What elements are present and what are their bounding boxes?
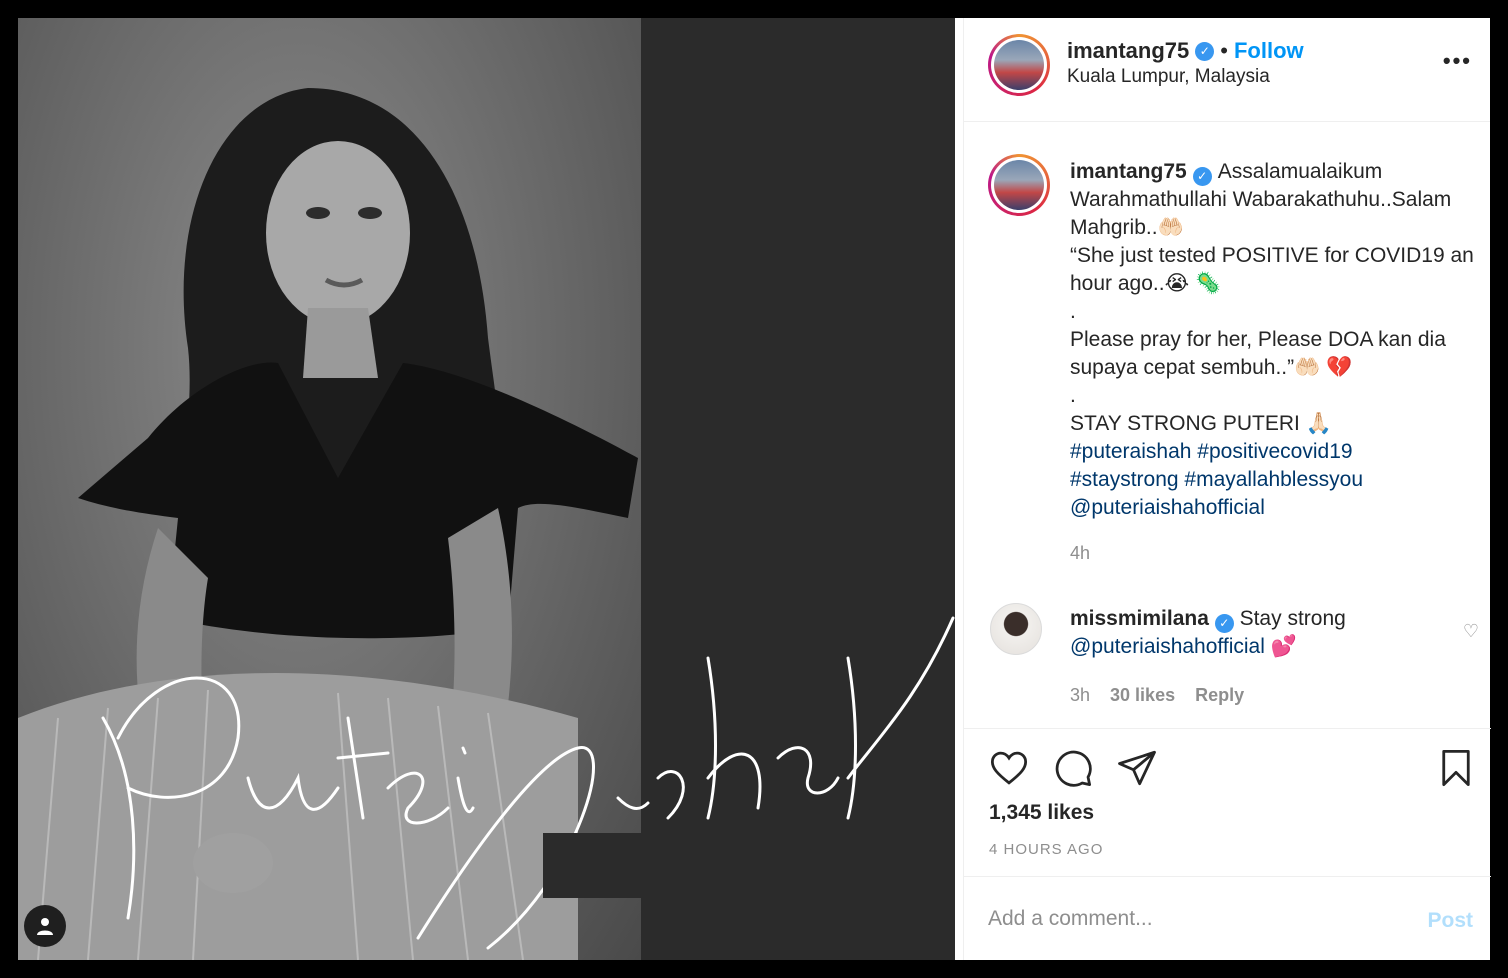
header-user-row: imantang75 ✓ • Follow — [1067, 38, 1304, 64]
tagged-users-button[interactable] — [24, 905, 66, 947]
mention-link[interactable]: @puteriaishahofficial — [1070, 496, 1265, 519]
comment-emoji: 💕 — [1270, 635, 1297, 658]
comment-bubble-icon[interactable] — [1052, 747, 1094, 789]
hashtag-link[interactable]: #mayallahblessyou — [1184, 468, 1363, 491]
comment-input[interactable] — [988, 901, 1388, 937]
caption-dot-2: . — [1070, 384, 1076, 407]
photo-illustration — [18, 88, 955, 960]
comment-time[interactable]: 3h — [1070, 685, 1090, 706]
add-comment-bar: Post — [964, 876, 1491, 960]
caption-line-4: STAY STRONG PUTERI 🙏🏻 — [1070, 412, 1332, 435]
post-caption: imantang75 ✓ Assalamualaikum Warahmathulla… — [964, 122, 1490, 577]
verified-badge-icon: ✓ — [1214, 613, 1234, 633]
caption-dot-1: . — [1070, 300, 1076, 323]
comment-body: Stay strong — [1239, 607, 1346, 630]
verified-badge-icon: ✓ — [1195, 41, 1215, 61]
hashtag-link[interactable]: #positivecovid19 — [1197, 440, 1352, 463]
caption-line-3: Please pray for her, Please DOA kan dia … — [1070, 328, 1446, 379]
more-options-icon[interactable]: ••• — [1443, 48, 1472, 74]
comment-like-heart-icon[interactable]: ♡ — [1463, 621, 1479, 642]
caption-username[interactable]: imantang75 — [1070, 160, 1187, 183]
separator-dot: • — [1220, 38, 1228, 63]
action-icons — [988, 747, 1158, 789]
follow-button[interactable]: Follow — [1234, 38, 1304, 64]
user-icon — [37, 918, 53, 935]
comment-likes[interactable]: 30 likes — [1110, 685, 1175, 706]
comment-mention-link[interactable]: @puteriaishahofficial — [1070, 635, 1265, 658]
save-bookmark-icon[interactable] — [1435, 747, 1477, 789]
post-sidebar: imantang75 ✓ • Follow Kuala Lumpur, Mala… — [963, 18, 1491, 960]
caption-author-avatar[interactable] — [988, 154, 1050, 216]
post-comment-button[interactable]: Post — [1427, 909, 1473, 933]
comment-reply-button[interactable]: Reply — [1195, 685, 1244, 706]
commenter-username[interactable]: missmimilana — [1070, 607, 1209, 630]
like-heart-icon[interactable] — [988, 747, 1030, 789]
post-location[interactable]: Kuala Lumpur, Malaysia — [1067, 66, 1270, 88]
caption-line-2: “She just tested POSITIVE for COVID19 an… — [1070, 244, 1474, 295]
author-username[interactable]: imantang75 — [1067, 38, 1189, 64]
hashtag-link[interactable]: #puteraishah — [1070, 440, 1191, 463]
author-avatar[interactable] — [988, 34, 1050, 96]
caption-time[interactable]: 4h — [1070, 543, 1090, 564]
post-header: imantang75 ✓ • Follow Kuala Lumpur, Mala… — [964, 18, 1490, 122]
caption-text: imantang75 ✓ Assalamualaikum Warahmathulla… — [1070, 158, 1480, 522]
comment-text: missmimilana ✓ Stay strong @puteriaishah… — [1070, 605, 1430, 661]
share-send-icon[interactable] — [1116, 747, 1158, 789]
verified-badge-icon: ✓ — [1192, 166, 1212, 186]
hashtag-link[interactable]: #staystrong — [1070, 468, 1179, 491]
likes-count[interactable]: 1,345 likes — [989, 801, 1094, 825]
posted-time[interactable]: 4 HOURS AGO — [989, 841, 1103, 858]
instagram-post-modal: imantang75 ✓ • Follow Kuala Lumpur, Mala… — [18, 18, 1491, 960]
comment-item: missmimilana ✓ Stay strong @puteriaishah… — [964, 603, 1491, 713]
comment-meta: 3h 30 likes Reply — [1070, 685, 1244, 706]
post-photo[interactable] — [18, 18, 955, 960]
photo-redaction-block — [543, 833, 733, 898]
post-actions: 1,345 likes 4 HOURS AGO — [964, 728, 1491, 876]
commenter-avatar[interactable] — [990, 603, 1042, 655]
